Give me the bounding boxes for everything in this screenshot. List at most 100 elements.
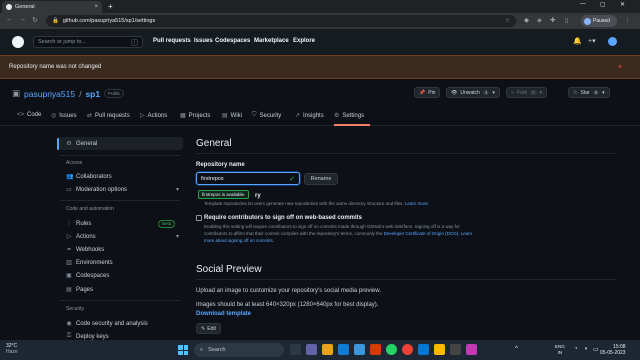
extensions-puzzle-icon[interactable]: ✚ [550, 16, 555, 24]
system-clock[interactable]: 15:08 05-05-2023 [600, 344, 626, 356]
volume-icon[interactable]: ◖ [584, 346, 588, 352]
github-logo-icon[interactable] [12, 36, 24, 48]
nav-explore[interactable]: Explore [293, 38, 315, 44]
tab-code-label: Code [27, 112, 42, 118]
flash-close-icon[interactable]: × [618, 64, 622, 71]
github-favicon-icon [6, 4, 12, 10]
tab-insights-label: Insights [303, 112, 324, 119]
tab-wiki[interactable]: ▤ Wiki [222, 112, 242, 120]
chrome-icon[interactable] [402, 344, 413, 355]
search-input[interactable]: Search or jump to... / [33, 36, 143, 48]
sidebar-item-label: Actions [76, 233, 96, 240]
graph-icon: ↗ [295, 113, 301, 119]
repo-name-link[interactable]: sp1 [85, 89, 100, 99]
tab-insights[interactable]: ↗ Insights [295, 112, 324, 120]
new-tab-button[interactable]: + [108, 2, 113, 11]
teams-icon[interactable] [306, 344, 317, 355]
wifi-icon[interactable]: ◔ [574, 346, 578, 352]
edit-label: Edit [207, 325, 216, 332]
flash-banner: Repository name was not changed × [0, 55, 640, 79]
sidebar-item-rules[interactable]: ⋮ Rules [66, 220, 91, 228]
tab-code[interactable]: <> Code [17, 112, 41, 118]
app-icon[interactable] [450, 344, 461, 355]
tab-pull-requests[interactable]: ⇄ Pull requests [87, 112, 130, 120]
battery-icon[interactable]: ▭ [593, 346, 599, 353]
pin-icon: 📌 [419, 89, 426, 96]
extension-icon[interactable]: ◈ [537, 16, 542, 24]
sidepanel-icon[interactable]: ▯ [565, 16, 569, 24]
rename-button[interactable]: Rename [304, 173, 338, 185]
tab-actions[interactable]: ▷ Actions [140, 112, 167, 120]
tab-settings[interactable]: ⚙ Settings [334, 112, 364, 120]
dco-link[interactable]: Developer Certificate of Origin (DCO). L… [384, 231, 473, 236]
learn-more-link[interactable]: Learn more. [405, 201, 429, 206]
reload-icon[interactable]: ↻ [32, 16, 38, 24]
sidebar-item-code-security[interactable]: ◉ Code security and analysis [66, 320, 147, 328]
nav-codespaces[interactable]: Codespaces [215, 38, 250, 44]
file-explorer-icon[interactable] [322, 344, 333, 355]
tab-security[interactable]: ⛉ Security [252, 112, 281, 119]
browser-menu-icon[interactable]: ⋮ [624, 16, 631, 24]
extension-icon[interactable]: ◆ [524, 16, 529, 24]
app-icon[interactable] [418, 344, 429, 355]
sidebar-item-collaborators[interactable]: 👥 Collaborators [66, 173, 112, 181]
back-icon[interactable]: ← [6, 16, 13, 23]
window-close-button[interactable]: ✕ [620, 1, 625, 8]
sidebar-item-codespaces[interactable]: ▣ Codespaces [66, 272, 109, 280]
app-icon[interactable] [434, 344, 445, 355]
profile-button[interactable]: Paused [581, 15, 617, 27]
sidebar-item-general[interactable]: ⚙ General [66, 140, 97, 148]
tab-close-icon[interactable]: × [94, 4, 98, 10]
user-avatar[interactable] [608, 37, 617, 46]
weather-widget[interactable]: 32°C Haze [6, 343, 18, 355]
address-bar[interactable]: 🔒 github.com/pasupriya515/sp1/settings ☆ [46, 15, 516, 27]
sidebar-active-indicator [57, 138, 59, 150]
tray-overflow-icon[interactable]: ^ [515, 346, 518, 352]
edge-icon[interactable] [338, 344, 349, 355]
sidebar-item-webhooks[interactable]: ⚭ Webhooks [66, 246, 104, 254]
sidebar-item-environments[interactable]: ▥ Environments [66, 259, 113, 267]
unwatch-button[interactable]: 👁 Unwatch 1 ▾ [446, 87, 500, 98]
sidebar-item-pages[interactable]: ▤ Pages [66, 286, 93, 294]
app-icon[interactable] [370, 344, 381, 355]
tab-projects[interactable]: ▦ Projects [180, 112, 210, 120]
download-template-link[interactable]: Download template [196, 311, 251, 317]
edit-button[interactable]: ✎ Edit [196, 323, 221, 334]
repo-name-input[interactable]: firstrepos ✓ [196, 172, 300, 185]
chevron-down-icon: ▾ [539, 89, 543, 96]
sidebar-item-actions[interactable]: ▷ Actions ▾ [66, 233, 179, 241]
taskbar-search[interactable]: ⌕ Search [194, 343, 284, 357]
sidebar-item-moderation[interactable]: ▭ Moderation options ▾ [66, 186, 179, 194]
windows-start-icon[interactable] [178, 345, 188, 355]
taskview-icon[interactable] [290, 344, 301, 355]
nav-issues[interactable]: Issues [194, 38, 213, 44]
social-preview-size-note: Images should be at least 640×320px (128… [196, 302, 379, 308]
window-maximize-button[interactable]: ▢ [600, 1, 606, 8]
sidebar-item-label: Collaborators [76, 173, 112, 180]
sidebar-item-deploy-keys[interactable]: ⚿ Deploy keys [66, 333, 109, 340]
whatsapp-icon[interactable] [386, 344, 397, 355]
window-minimize-button[interactable]: — [580, 1, 586, 7]
browser-icon: ▤ [66, 287, 72, 293]
repo-icon: ▣ [12, 88, 21, 98]
tab-issues[interactable]: ◎ Issues [51, 112, 77, 120]
pencil-icon: ✎ [201, 325, 206, 332]
fork-button[interactable]: ⑂ Fork 0 ▾ [506, 87, 548, 98]
signoff-checkbox[interactable] [196, 215, 202, 221]
language-indicator[interactable]: ENG IN [555, 344, 565, 355]
unwatch-label: Unwatch [460, 89, 480, 96]
star-button[interactable]: ☆ Star 0 ▾ [568, 87, 610, 98]
forward-icon[interactable]: → [19, 16, 26, 23]
nav-marketplace[interactable]: Marketplace [254, 38, 289, 44]
repo-owner-link[interactable]: pasupriya515 [24, 89, 75, 99]
bookmark-star-icon[interactable]: ☆ [505, 18, 510, 24]
create-new-plus-icon[interactable]: +▾ [588, 37, 596, 45]
browser-tab[interactable]: General × [2, 1, 102, 13]
app-icon[interactable] [466, 344, 477, 355]
pin-button[interactable]: 📌 Pin [414, 87, 441, 98]
notifications-bell-icon[interactable]: 🔔 [573, 37, 582, 45]
language-code: ENG [555, 344, 565, 349]
signoff-more-link[interactable]: more about signing off on commits. [204, 238, 274, 243]
nav-pull-requests[interactable]: Pull requests [153, 38, 191, 44]
store-icon[interactable] [354, 344, 365, 355]
